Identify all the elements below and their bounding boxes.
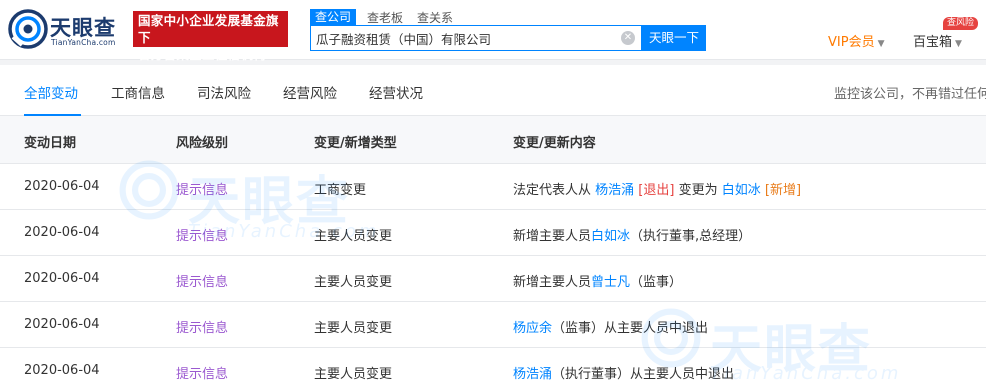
banner-line-1: 国家中小企业发展基金旗下 — [138, 13, 279, 45]
table-row: 2020-06-04 提示信息 主要人员变更 新增主要人员曾士凡（监事） — [0, 256, 986, 302]
table-row: 2020-06-04 提示信息 主要人员变更 新增主要人员白如冰（执行董事,总经… — [0, 210, 986, 256]
caret-down-icon: ▼ — [877, 39, 885, 49]
search-button[interactable]: 天眼一下 — [642, 25, 706, 51]
search-box: ✕ — [310, 25, 642, 51]
content-text: （执行董事,总经理） — [630, 229, 752, 244]
official-banner: 国家中小企业发展基金旗下 官方备案企业征信机构 — [133, 11, 288, 62]
tab-business-info[interactable]: 工商信息 — [111, 82, 165, 102]
change-record-card: 全部变动 工商信息 司法风险 经营风险 经营状况 监控该公司，不再错过任何 变动… — [0, 65, 986, 386]
content-text: 变更为 — [674, 183, 722, 198]
change-date: 2020-06-04 — [24, 225, 100, 240]
column-header-date: 变动日期 — [24, 136, 77, 151]
clear-icon[interactable]: ✕ — [621, 31, 635, 45]
search-input[interactable] — [316, 26, 616, 50]
table-row: 2020-06-04 提示信息 主要人员变更 杨浩涌（执行董事）从主要人员中退出 — [0, 348, 986, 386]
logo-domain: TianYanCha.com — [51, 38, 116, 47]
person-link[interactable]: 曾士凡 — [591, 275, 630, 290]
risk-level: 提示信息 — [176, 367, 229, 382]
tab-operation-status[interactable]: 经营状况 — [369, 82, 423, 102]
search-tab-relation[interactable]: 查关系 — [417, 9, 453, 26]
category-tabs: 全部变动 工商信息 司法风险 经营风险 经营状况 监控该公司，不再错过任何 — [0, 65, 986, 116]
content-text: 新增主要人员 — [513, 229, 592, 244]
change-type: 主要人员变更 — [314, 367, 393, 382]
toolbox-label: 百宝箱 — [913, 35, 953, 50]
column-header-change-type: 变更/新增类型 — [314, 136, 397, 151]
change-content: 杨应余（监事）从主要人员中退出 — [513, 317, 708, 336]
toolbox-menu[interactable]: 百宝箱 ▼ — [913, 31, 962, 50]
change-date: 2020-06-04 — [24, 271, 100, 286]
new-tag: [新增] — [764, 183, 802, 198]
exit-tag: [退出] — [638, 183, 675, 198]
content-text: （监事） — [630, 275, 683, 290]
change-content: 新增主要人员曾士凡（监事） — [513, 271, 682, 290]
change-type: 主要人员变更 — [314, 321, 393, 336]
risk-check-badge[interactable]: 查风险 — [943, 17, 979, 30]
risk-level: 提示信息 — [176, 183, 229, 198]
vip-label: VIP会员 — [828, 35, 875, 50]
risk-level: 提示信息 — [176, 229, 229, 244]
content-text: （执行董事）从主要人员中退出 — [552, 367, 735, 382]
change-content: 法定代表人从 杨浩涌 [退出] 变更为 白如冰 [新增] — [513, 179, 801, 198]
vip-menu[interactable]: VIP会员 ▼ — [828, 31, 885, 50]
person-link[interactable]: 杨浩涌 — [595, 183, 634, 198]
risk-level: 提示信息 — [176, 321, 229, 336]
banner-line-2: 官方备案企业征信机构 — [138, 47, 267, 62]
change-content: 杨浩涌（执行董事）从主要人员中退出 — [513, 363, 734, 382]
caret-down-icon: ▼ — [955, 39, 962, 49]
table-row: 2020-06-04 提示信息 主要人员变更 杨应余（监事）从主要人员中退出 — [0, 302, 986, 348]
tab-operation-risk[interactable]: 经营风险 — [283, 82, 337, 102]
person-link[interactable]: 白如冰 — [722, 183, 761, 198]
tab-all-changes[interactable]: 全部变动 — [24, 82, 78, 102]
search-tab-boss[interactable]: 查老板 — [367, 9, 403, 26]
monitor-company-link[interactable]: 监控该公司，不再错过任何 — [834, 83, 986, 102]
column-header-change-content: 变更/更新内容 — [513, 136, 596, 151]
change-date: 2020-06-04 — [24, 363, 100, 378]
table-row: 2020-06-04 提示信息 工商变更 法定代表人从 杨浩涌 [退出] 变更为… — [0, 164, 986, 210]
change-type: 主要人员变更 — [314, 275, 393, 290]
risk-level: 提示信息 — [176, 275, 229, 290]
person-link[interactable]: 白如冰 — [591, 229, 630, 244]
change-content: 新增主要人员白如冰（执行董事,总经理） — [513, 225, 751, 244]
content-text: 新增主要人员 — [513, 275, 592, 290]
search-tab-company[interactable]: 查公司 — [310, 9, 357, 25]
change-date: 2020-06-04 — [24, 179, 100, 194]
column-header-risk-level: 风险级别 — [176, 136, 229, 151]
eye-logo-icon — [8, 9, 48, 49]
change-date: 2020-06-04 — [24, 317, 100, 332]
person-link[interactable]: 杨应余 — [513, 321, 552, 336]
content-text: 法定代表人从 — [513, 183, 596, 198]
top-navigation-bar: 天眼查 TianYanCha.com 国家中小企业发展基金旗下 官方备案企业征信… — [0, 0, 986, 62]
table-header: 变动日期 风险级别 变更/新增类型 变更/更新内容 — [0, 116, 986, 164]
content-text: （监事）从主要人员中退出 — [552, 321, 709, 336]
change-type: 工商变更 — [314, 183, 367, 198]
change-type: 主要人员变更 — [314, 229, 393, 244]
person-link[interactable]: 杨浩涌 — [513, 367, 552, 382]
tab-judicial-risk[interactable]: 司法风险 — [197, 82, 251, 102]
tianyancha-logo[interactable]: 天眼查 TianYanCha.com — [8, 9, 128, 49]
